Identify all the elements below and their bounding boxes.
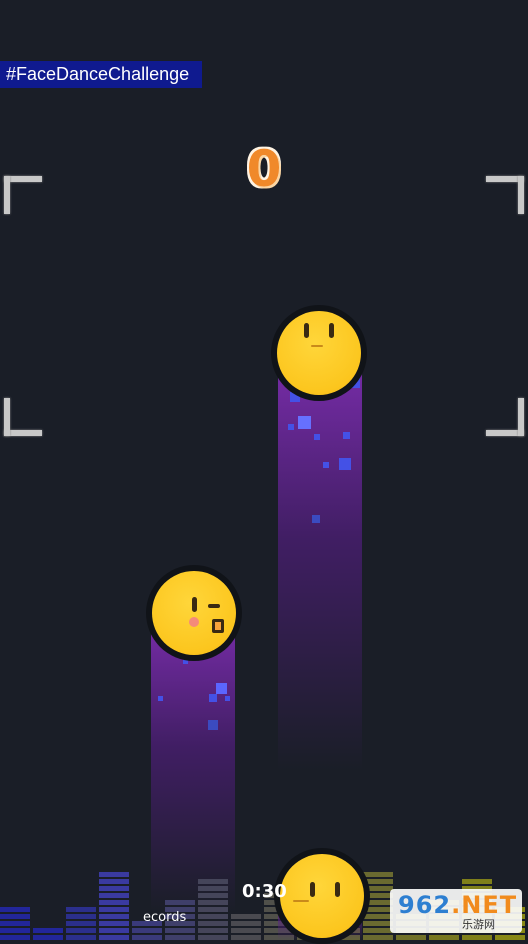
- equalizer-segment: [99, 872, 129, 877]
- equalizer-segment: [231, 935, 261, 940]
- particle: [312, 515, 320, 523]
- particle: [298, 416, 311, 429]
- particle: [288, 424, 294, 430]
- particle: [208, 720, 218, 730]
- equalizer-segment: [429, 935, 459, 940]
- equalizer-segment: [198, 900, 228, 905]
- equalizer-segment: [198, 907, 228, 912]
- equalizer-segment: [99, 893, 129, 898]
- blush: [189, 617, 199, 627]
- equalizer-segment: [231, 921, 261, 926]
- equalizer-segment: [99, 935, 129, 940]
- particle: [323, 462, 329, 468]
- emoji-trail: [278, 350, 362, 770]
- equalizer-segment: [99, 900, 129, 905]
- equalizer-segment: [231, 928, 261, 933]
- equalizer-segment: [462, 935, 492, 940]
- equalizer-segment: [198, 935, 228, 940]
- equalizer-segment: [165, 900, 195, 905]
- left-eye: [304, 323, 309, 338]
- frame-corner-top-left: [4, 176, 42, 214]
- equalizer-segment: [0, 914, 30, 919]
- equalizer-segment: [198, 914, 228, 919]
- equalizer-segment: [99, 914, 129, 919]
- equalizer-segment: [0, 921, 30, 926]
- equalizer-segment: [0, 935, 30, 940]
- emoji-neutral-top: [271, 305, 367, 401]
- equalizer-segment: [0, 928, 30, 933]
- left-eye: [192, 597, 197, 612]
- winking-eye: [208, 604, 220, 608]
- particle: [314, 434, 320, 440]
- watermark-brand: 962.NET: [398, 891, 517, 919]
- equalizer-segment: [33, 935, 63, 940]
- watermark-suffix: .NET: [451, 891, 518, 919]
- equalizer-bar: [99, 870, 129, 940]
- frame-corner-bottom-left: [4, 398, 42, 436]
- mouth: [293, 900, 309, 902]
- particle: [209, 694, 217, 702]
- equalizer-segment: [132, 935, 162, 940]
- left-eye: [310, 882, 315, 897]
- equalizer-segment: [0, 907, 30, 912]
- equalizer-bar: [66, 905, 96, 940]
- watermark-number: 962: [398, 891, 452, 919]
- equalizer-segment: [363, 921, 393, 926]
- watermark-logo: 962.NET 乐游网: [390, 889, 522, 933]
- equalizer-segment: [198, 879, 228, 884]
- neutral-face-icon: [277, 311, 361, 395]
- equalizer-segment: [99, 928, 129, 933]
- equalizer-segment: [363, 914, 393, 919]
- equalizer-segment: [165, 928, 195, 933]
- right-eye: [329, 323, 334, 338]
- equalizer-segment: [396, 935, 426, 940]
- records-label: ecords: [143, 910, 187, 925]
- equalizer-bar: [33, 926, 63, 940]
- frame-corner-bottom-right: [486, 398, 524, 436]
- equalizer-segment: [33, 928, 63, 933]
- kiss-mouth: [212, 619, 224, 633]
- equalizer-segment: [363, 872, 393, 877]
- equalizer-segment: [99, 886, 129, 891]
- equalizer-segment: [165, 935, 195, 940]
- watermark-subtitle: 乐游网: [462, 918, 495, 931]
- equalizer-bar: [198, 877, 228, 940]
- equalizer-segment: [198, 886, 228, 891]
- equalizer-segment: [66, 907, 96, 912]
- equalizer-segment: [66, 921, 96, 926]
- equalizer-segment: [198, 921, 228, 926]
- right-eye: [335, 882, 340, 897]
- neutral-face-icon: [280, 854, 364, 938]
- equalizer-segment: [132, 928, 162, 933]
- equalizer-bar: [231, 912, 261, 940]
- equalizer-segment: [363, 935, 393, 940]
- particle: [225, 696, 230, 701]
- particle: [158, 696, 163, 701]
- emoji-kiss-wink: [146, 565, 242, 661]
- emoji-neutral-bottom: [274, 848, 370, 944]
- particle: [216, 683, 227, 694]
- equalizer-segment: [198, 928, 228, 933]
- equalizer-segment: [462, 879, 492, 884]
- equalizer-segment: [66, 928, 96, 933]
- timer: 0:30: [242, 881, 287, 902]
- equalizer-segment: [99, 921, 129, 926]
- score-display: 0: [246, 140, 282, 198]
- equalizer-bar: [0, 905, 30, 940]
- kiss-wink-face-icon: [152, 571, 236, 655]
- equalizer-segment: [99, 879, 129, 884]
- equalizer-segment: [231, 914, 261, 919]
- particle: [343, 432, 350, 439]
- equalizer-segment: [495, 935, 525, 940]
- mouth: [311, 345, 323, 347]
- equalizer-segment: [198, 893, 228, 898]
- particle: [339, 458, 351, 470]
- equalizer-segment: [66, 935, 96, 940]
- equalizer-segment: [66, 914, 96, 919]
- equalizer-segment: [363, 928, 393, 933]
- hashtag-banner: #FaceDanceChallenge: [0, 61, 202, 88]
- equalizer-segment: [99, 907, 129, 912]
- frame-corner-top-right: [486, 176, 524, 214]
